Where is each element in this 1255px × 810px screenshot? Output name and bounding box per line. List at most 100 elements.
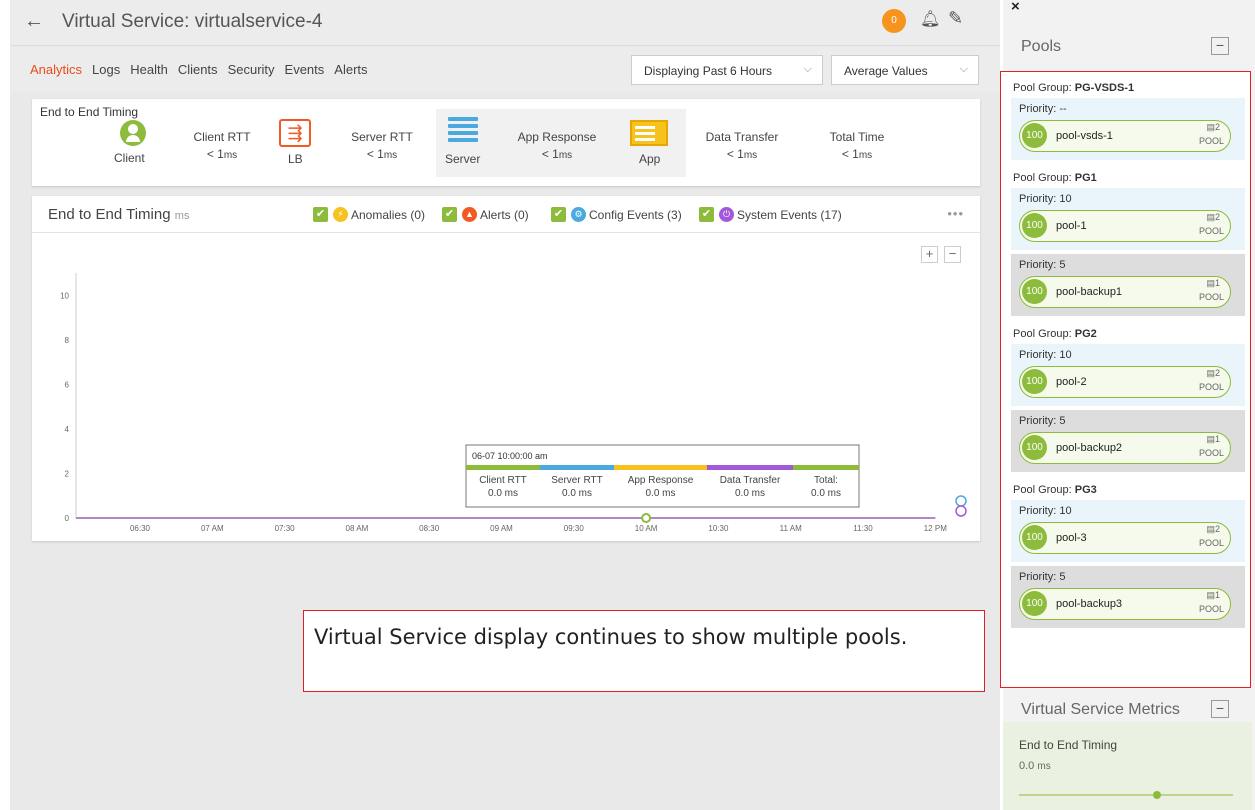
time-range-value: Displaying Past 6 Hours — [644, 64, 773, 78]
end-to-end-summary-card: End to End Timing Client ⇶ LB Server App… — [32, 99, 980, 186]
health-score-badge: 100 — [1022, 213, 1047, 238]
y-tick-label: 6 — [65, 380, 70, 389]
app-icon — [630, 120, 668, 146]
server-count: ▤1 — [1206, 434, 1220, 444]
pool-priority-block: Priority: 10 100 pool-1 ▤2 POOL — [1011, 188, 1245, 250]
server-count: ▤1 — [1206, 278, 1220, 288]
app-response-metric: App Response < 1ms — [507, 130, 607, 161]
pool-name: pool-3 — [1056, 532, 1087, 544]
tooltip-label: Total: — [814, 475, 838, 486]
server-icon — [448, 117, 478, 142]
bell-icon[interactable]: 🔔︎ — [920, 9, 940, 29]
tooltip-color-bar — [466, 465, 540, 470]
tab-logs[interactable]: Logs — [92, 62, 120, 77]
pool-priority-block: Priority: 5 100 pool-backup2 ▤1 POOL — [1011, 410, 1245, 472]
main-content: ← Virtual Service: virtualservice-4 0 🔔︎… — [10, 0, 1000, 810]
annotation-callout: Virtual Service display continues to sho… — [303, 610, 985, 692]
lb-node-label: LB — [288, 152, 303, 166]
metrics-panel-title: Virtual Service Metrics — [1021, 701, 1180, 718]
y-tick-label: 0 — [65, 514, 70, 523]
priority-label: Priority: 10 — [1019, 505, 1072, 517]
notification-count-badge[interactable]: 0 — [882, 9, 906, 33]
pool-priority-block: Priority: 5 100 pool-backup3 ▤1 POOL — [1011, 566, 1245, 628]
tab-events[interactable]: Events — [285, 62, 325, 77]
server-count: ▤2 — [1206, 212, 1220, 222]
pool-item[interactable]: 100 pool-backup2 ▤1 POOL — [1019, 432, 1231, 464]
pool-item[interactable]: 100 pool-backup1 ▤1 POOL — [1019, 276, 1231, 308]
client-rtt-metric: Client RTT < 1ms — [182, 130, 262, 161]
pool-item[interactable]: 100 pool-1 ▤2 POOL — [1019, 210, 1231, 242]
app-node-label: App — [639, 152, 661, 166]
y-tick-label: 10 — [60, 291, 69, 300]
pool-item[interactable]: 100 pool-vsds-1 ▤2 POOL — [1019, 120, 1231, 152]
pool-group-label: Pool Group: PG3 — [1013, 484, 1097, 496]
tooltip-label: Client RTT — [479, 475, 527, 486]
pool-item[interactable]: 100 pool-2 ▤2 POOL — [1019, 366, 1231, 398]
minimize-icon[interactable]: − — [1211, 37, 1229, 55]
value-type-value: Average Values — [844, 64, 928, 78]
x-tick-label: 09 AM — [490, 524, 513, 533]
server-rtt-metric: Server RTT < 1ms — [342, 130, 422, 161]
hover-point — [641, 513, 652, 523]
total-time-metric: Total Time < 1ms — [812, 130, 902, 161]
timing-chart-card: End to End Timing ms ✔ ⚡︎ Anomalies (0) … — [32, 196, 980, 541]
timing-line-chart[interactable]: 0 2 4 6 8 10 06:30 07 AM 07:30 08 AM 08:30 09 AM 09:… — [32, 196, 980, 541]
pools-panel-header: Pools − — [1003, 25, 1255, 71]
pool-group-name: PG3 — [1074, 484, 1097, 496]
y-tick-label: 4 — [65, 425, 70, 434]
tooltip-value: 0.0 ms — [735, 488, 765, 499]
value-type-select[interactable]: Average Values ⌵ — [831, 55, 979, 85]
edit-pencil-icon[interactable]: ✎ — [948, 8, 963, 29]
tooltip-label: App Response — [628, 475, 694, 486]
priority-label: Priority: 5 — [1019, 415, 1066, 427]
tab-alerts[interactable]: Alerts — [334, 62, 367, 77]
pool-name: pool-backup1 — [1056, 286, 1123, 298]
metric-unit: ms — [383, 150, 398, 161]
pool-item[interactable]: 100 pool-backup3 ▤1 POOL — [1019, 588, 1231, 620]
metric-name: Total Time — [829, 130, 885, 144]
health-score-badge: 100 — [1022, 369, 1047, 394]
pool-type-tag: POOL — [1198, 604, 1224, 614]
pool-type-tag: POOL — [1198, 538, 1224, 548]
x-tick-label: 11 AM — [780, 524, 802, 533]
server-count: ▤2 — [1206, 368, 1220, 378]
page-title: Virtual Service: virtualservice-4 — [62, 11, 323, 32]
pool-group-prefix: Pool Group: — [1013, 82, 1072, 94]
config-event-marker — [955, 495, 967, 507]
metric-name: App Response — [517, 130, 597, 144]
tooltip-value: 0.0 ms — [562, 488, 592, 499]
metric-unit: ms — [223, 150, 238, 161]
y-tick-label: 8 — [65, 336, 70, 345]
tooltip-value: 0.0 ms — [811, 488, 841, 499]
pool-group-name: PG1 — [1074, 172, 1097, 184]
minimize-icon[interactable]: − — [1211, 700, 1229, 718]
sparkline-point — [1153, 791, 1161, 799]
time-range-select[interactable]: Displaying Past 6 Hours ⌵ — [631, 55, 823, 85]
close-icon[interactable]: × — [1011, 0, 1020, 15]
x-tick-label: 11:30 — [853, 524, 873, 533]
metric-value: < 1 — [726, 147, 744, 161]
x-tick-label: 09:30 — [564, 524, 585, 533]
metrics-sparkline — [1019, 791, 1233, 799]
tooltip-color-bar — [614, 465, 707, 470]
metric-name: Server RTT — [351, 130, 413, 144]
tab-clients[interactable]: Clients — [178, 62, 218, 77]
tooltip-label: Data Transfer — [720, 475, 781, 486]
client-node-label: Client — [114, 151, 145, 165]
tab-security[interactable]: Security — [228, 62, 275, 77]
arrow-left-icon[interactable]: ← — [24, 10, 44, 33]
metric-unit: ms — [743, 150, 758, 161]
server-count: ▤1 — [1206, 590, 1220, 600]
tab-analytics[interactable]: Analytics — [30, 62, 82, 77]
x-tick-label: 12 PM — [924, 524, 947, 533]
pool-priority-block: Priority: 10 100 pool-2 ▤2 POOL — [1011, 344, 1245, 406]
metric-unit: ms — [858, 150, 873, 161]
metric-value: < 1 — [206, 147, 224, 161]
pool-group-prefix: Pool Group: — [1013, 484, 1072, 496]
pool-priority-block: Priority: -- 100 pool-vsds-1 ▤2 POOL — [1011, 98, 1245, 160]
priority-label: Priority: 5 — [1019, 571, 1066, 583]
metric-name: Data Transfer — [705, 130, 779, 144]
pool-type-tag: POOL — [1198, 292, 1224, 302]
tab-health[interactable]: Health — [130, 62, 168, 77]
pool-item[interactable]: 100 pool-3 ▤2 POOL — [1019, 522, 1231, 554]
